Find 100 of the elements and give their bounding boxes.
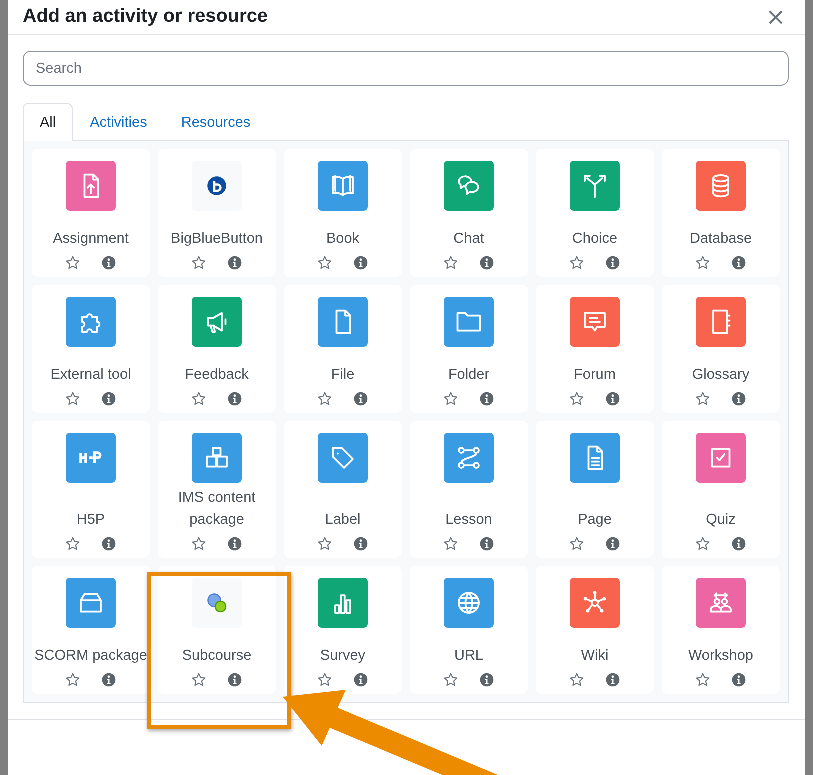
info-icon[interactable] <box>227 672 243 688</box>
star-icon[interactable] <box>569 536 585 552</box>
activity-card[interactable]: Feedback <box>158 285 276 413</box>
star-icon[interactable] <box>569 391 585 407</box>
star-icon[interactable] <box>317 391 333 407</box>
star-icon[interactable] <box>191 672 207 688</box>
star-icon[interactable] <box>443 391 459 407</box>
tab[interactable]: All <box>23 103 74 141</box>
activity-card[interactable]: Quiz <box>662 421 780 558</box>
activity-card[interactable]: External tool <box>32 285 150 413</box>
activity-name[interactable]: SCORM package <box>34 645 148 667</box>
activity-name[interactable]: Subcourse <box>182 645 252 667</box>
activity-name[interactable]: Quiz <box>706 509 736 531</box>
info-icon[interactable] <box>479 536 495 552</box>
search-field[interactable]: Search <box>23 51 789 86</box>
tab[interactable]: Resources <box>164 103 268 141</box>
info-icon[interactable] <box>227 536 243 552</box>
activity-card[interactable]: Assignment <box>32 149 150 277</box>
activity-name[interactable]: Survey <box>320 645 366 667</box>
info-icon[interactable] <box>479 391 495 407</box>
activity-card[interactable]: File <box>284 285 402 413</box>
star-icon[interactable] <box>191 255 207 271</box>
activity-name[interactable]: IMS content package <box>160 487 274 531</box>
activity-name[interactable]: Choice <box>572 228 618 250</box>
activity-name[interactable]: Chat <box>454 228 484 250</box>
info-icon[interactable] <box>227 255 243 271</box>
activity-name[interactable]: Folder <box>448 364 490 386</box>
activity-card[interactable]: Page <box>536 421 654 558</box>
info-icon[interactable] <box>605 255 621 271</box>
info-icon[interactable] <box>101 536 117 552</box>
activity-card[interactable]: IMS content package <box>158 421 276 558</box>
activity-name[interactable]: Wiki <box>581 645 609 667</box>
star-icon[interactable] <box>695 391 711 407</box>
info-icon[interactable] <box>605 672 621 688</box>
activity-card[interactable]: Database <box>662 149 780 277</box>
star-icon[interactable] <box>569 672 585 688</box>
info-icon[interactable] <box>101 672 117 688</box>
activity-card[interactable]: H5P <box>32 421 150 558</box>
activity-card[interactable]: Folder <box>410 285 528 413</box>
star-icon[interactable] <box>443 536 459 552</box>
info-icon[interactable] <box>731 672 747 688</box>
info-icon[interactable] <box>731 255 747 271</box>
activity-card[interactable]: Glossary <box>662 285 780 413</box>
star-icon[interactable] <box>317 672 333 688</box>
info-icon[interactable] <box>479 672 495 688</box>
star-icon[interactable] <box>317 255 333 271</box>
activity-name[interactable]: Page <box>578 509 612 531</box>
info-icon[interactable] <box>479 255 495 271</box>
activity-name[interactable]: H5P <box>76 509 106 531</box>
info-icon[interactable] <box>731 536 747 552</box>
activity-card[interactable]: Chat <box>410 149 528 277</box>
star-icon[interactable] <box>65 255 81 271</box>
info-icon[interactable] <box>605 536 621 552</box>
star-icon[interactable] <box>191 391 207 407</box>
star-icon[interactable] <box>695 672 711 688</box>
activity-card[interactable]: SCORM package <box>32 566 150 694</box>
info-icon[interactable] <box>731 391 747 407</box>
activity-name[interactable]: BigBlueButton <box>171 228 263 250</box>
star-icon[interactable] <box>65 536 81 552</box>
activity-card[interactable]: BigBlueButton <box>158 149 276 277</box>
star-icon[interactable] <box>65 391 81 407</box>
star-icon[interactable] <box>443 672 459 688</box>
info-icon[interactable] <box>353 672 369 688</box>
activity-name[interactable]: URL <box>454 645 484 667</box>
activity-card[interactable]: Subcourse <box>158 566 276 694</box>
activity-card[interactable]: Survey <box>284 566 402 694</box>
star-icon[interactable] <box>191 536 207 552</box>
info-icon[interactable] <box>605 391 621 407</box>
tab[interactable]: Activities <box>73 103 164 141</box>
activity-card[interactable]: URL <box>410 566 528 694</box>
info-icon[interactable] <box>353 536 369 552</box>
activity-card[interactable]: Wiki <box>536 566 654 694</box>
activity-name[interactable]: File <box>331 364 355 386</box>
activity-card[interactable]: Choice <box>536 149 654 277</box>
info-icon[interactable] <box>353 255 369 271</box>
activity-name[interactable]: Database <box>690 228 752 250</box>
close-button[interactable]: × <box>762 5 790 29</box>
activity-card[interactable]: Lesson <box>410 421 528 558</box>
star-icon[interactable] <box>317 536 333 552</box>
activity-name[interactable]: Assignment <box>53 228 129 250</box>
activity-card[interactable]: Label <box>284 421 402 558</box>
star-icon[interactable] <box>443 255 459 271</box>
info-icon[interactable] <box>101 391 117 407</box>
activity-card[interactable]: Forum <box>536 285 654 413</box>
star-icon[interactable] <box>695 536 711 552</box>
activity-card[interactable]: Workshop <box>662 566 780 694</box>
activity-name[interactable]: Forum <box>574 364 616 386</box>
activity-name[interactable]: External tool <box>50 364 132 386</box>
activity-name[interactable]: Lesson <box>446 509 492 531</box>
star-icon[interactable] <box>569 255 585 271</box>
activity-card[interactable]: Book <box>284 149 402 277</box>
activity-name[interactable]: Label <box>325 509 361 531</box>
info-icon[interactable] <box>227 391 243 407</box>
activity-name[interactable]: Glossary <box>692 364 750 386</box>
star-icon[interactable] <box>695 255 711 271</box>
info-icon[interactable] <box>353 391 369 407</box>
activity-name[interactable]: Book <box>326 228 360 250</box>
info-icon[interactable] <box>101 255 117 271</box>
activity-name[interactable]: Workshop <box>688 645 754 667</box>
activity-name[interactable]: Feedback <box>185 364 249 386</box>
